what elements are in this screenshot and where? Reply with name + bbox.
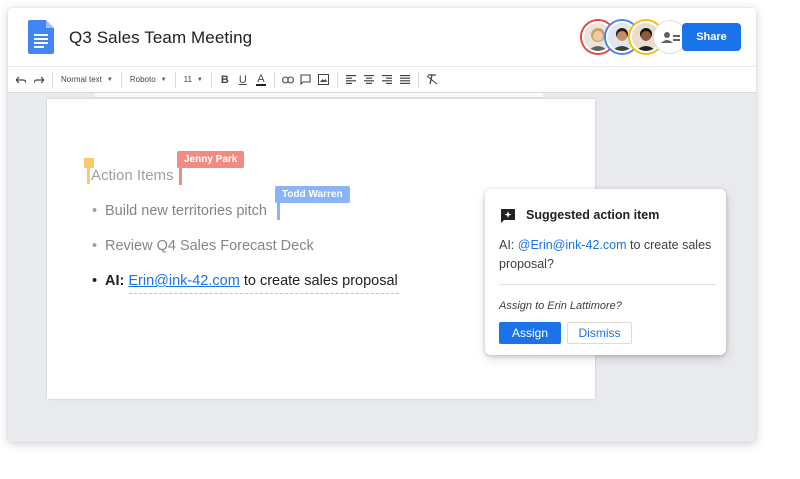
bullet-icon: • xyxy=(92,238,98,254)
title-bar: Q3 Sales Team Meeting Share xyxy=(8,8,756,66)
cursor-todd xyxy=(277,203,280,220)
cursor-jenny xyxy=(179,168,182,185)
dismiss-button[interactable]: Dismiss xyxy=(567,322,632,344)
list-item-text: Review Q4 Sales Forecast Deck xyxy=(105,238,314,254)
document-title[interactable]: Q3 Sales Team Meeting xyxy=(69,28,252,48)
toolbar-divider xyxy=(174,71,176,88)
text-color-button[interactable]: A xyxy=(252,69,270,91)
font-label: Roboto xyxy=(129,75,156,84)
cursor-label-todd: Todd Warren xyxy=(275,186,350,203)
link-icon[interactable] xyxy=(279,69,297,91)
clear-formatting-icon[interactable] xyxy=(423,69,441,91)
toolbar-divider xyxy=(273,71,275,88)
ruler xyxy=(95,93,543,98)
underline-button[interactable]: U xyxy=(234,69,252,91)
caret-down-icon: ▼ xyxy=(106,76,113,83)
cursor-label-jenny: Jenny Park xyxy=(177,151,245,168)
suggestion-mention[interactable]: @Erin@ink-42.com xyxy=(518,238,627,252)
style-dropdown[interactable]: Normal text ▼ xyxy=(57,69,117,91)
bullet-icon: • xyxy=(92,203,98,219)
toolbar-divider xyxy=(210,71,212,88)
font-size-dropdown[interactable]: 11 ▼ xyxy=(180,69,207,91)
assignee-link[interactable]: Erin@ink-42.com xyxy=(128,273,239,289)
image-icon[interactable] xyxy=(315,69,333,91)
list-item[interactable]: • Review Q4 Sales Forecast Deck xyxy=(92,238,314,254)
docs-logo-icon[interactable] xyxy=(28,20,54,54)
redo-icon[interactable] xyxy=(30,69,48,91)
bullet-icon: • xyxy=(92,273,98,289)
text-color-label: A xyxy=(257,72,265,85)
sparkle-comment-icon xyxy=(501,209,515,223)
caret-down-icon: ▼ xyxy=(160,76,167,83)
assign-question: Assign to Erin Lattimore? xyxy=(499,300,622,312)
suggestion-body: AI: @Erin@ink-42.com to create sales pro… xyxy=(499,236,714,274)
list-item-text: Build new territories pitch xyxy=(105,203,267,219)
comment-icon[interactable] xyxy=(297,69,315,91)
align-left-icon[interactable] xyxy=(342,69,360,91)
toolbar-divider xyxy=(52,71,53,88)
divider xyxy=(499,284,716,285)
ai-action-text: to create sales proposal xyxy=(243,273,398,289)
heading-action-items[interactable]: Action Items xyxy=(91,167,174,184)
font-dropdown[interactable]: Roboto ▼ xyxy=(126,69,171,91)
ai-label: AI: xyxy=(105,273,125,289)
align-right-icon[interactable] xyxy=(378,69,396,91)
suggestion-title: Suggested action item xyxy=(526,208,660,222)
bold-button[interactable]: B xyxy=(216,69,234,91)
align-center-icon[interactable] xyxy=(360,69,378,91)
caret-down-icon: ▼ xyxy=(196,76,203,83)
cursor-marker xyxy=(87,165,90,184)
toolbar-divider xyxy=(120,71,122,88)
suggestion-card: Suggested action item AI: @Erin@ink-42.c… xyxy=(485,189,726,355)
text-color-swatch xyxy=(255,83,266,86)
suggestion-prefix: AI: xyxy=(499,238,518,252)
style-label: Normal text xyxy=(61,75,102,84)
undo-icon[interactable] xyxy=(12,69,30,91)
toolbar-divider xyxy=(336,71,338,88)
people-icon xyxy=(661,32,680,43)
assign-button[interactable]: Assign xyxy=(499,322,561,344)
font-size-label: 11 xyxy=(183,75,192,84)
suggestion-underline xyxy=(129,293,399,294)
justify-icon[interactable] xyxy=(396,69,414,91)
docs-window: Q3 Sales Team Meeting Share Normal text … xyxy=(8,8,756,442)
formatting-toolbar: Normal text ▼ Roboto ▼ 11 ▼ B U A xyxy=(8,66,756,93)
list-item-ai-action[interactable]: • AI: Erin@ink-42.com to create sales pr… xyxy=(92,273,399,294)
toolbar-divider xyxy=(417,71,419,88)
share-button[interactable]: Share xyxy=(682,23,741,51)
list-item[interactable]: • Build new territories pitch xyxy=(92,203,267,219)
